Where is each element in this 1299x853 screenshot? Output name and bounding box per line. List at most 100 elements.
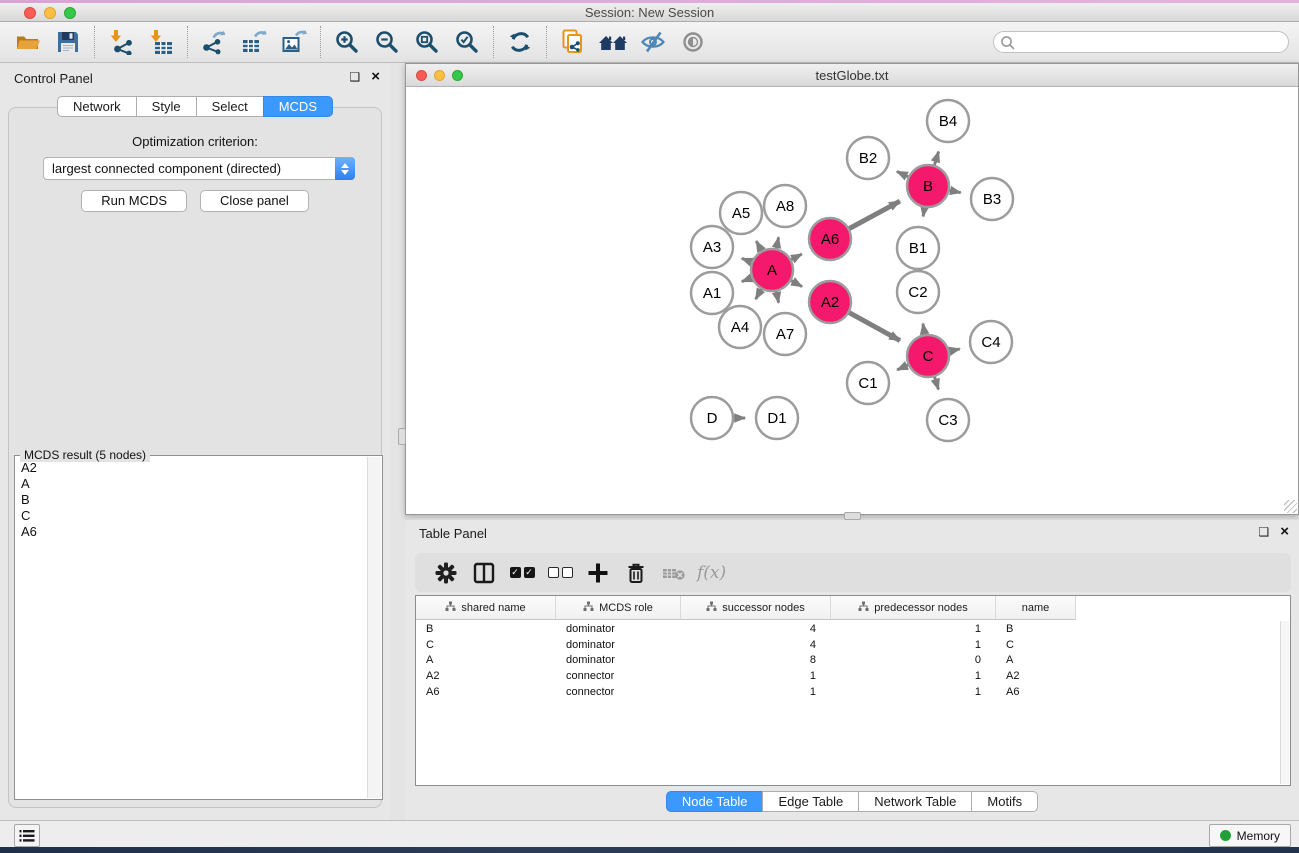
dropdown-stepper-icon[interactable] xyxy=(335,157,355,180)
graph-edge-B-B4[interactable] xyxy=(934,152,938,166)
close-table-panel-icon[interactable]: × xyxy=(1280,526,1289,538)
refresh-icon[interactable] xyxy=(500,24,540,60)
export-network-icon[interactable] xyxy=(194,24,234,60)
zoom-selected-icon[interactable] xyxy=(447,24,487,60)
graph-edge-A-A1[interactable] xyxy=(742,278,753,282)
graph-edge-A6-B[interactable] xyxy=(848,201,899,229)
graph-edge-A-A5[interactable] xyxy=(756,241,762,251)
tab-edge-table[interactable]: Edge Table xyxy=(762,791,859,812)
float-panel-icon[interactable]: ❑ xyxy=(349,70,360,84)
table-cell[interactable]: B xyxy=(996,622,1076,638)
tab-style[interactable]: Style xyxy=(136,96,197,117)
criterion-dropdown[interactable]: largest connected component (directed) xyxy=(43,157,355,180)
window-resize-grip[interactable] xyxy=(1284,500,1297,513)
result-node-item[interactable]: A6 xyxy=(21,524,364,540)
table-cell[interactable]: 1 xyxy=(831,685,996,701)
table-cell[interactable]: connector xyxy=(556,685,681,701)
minimize-window-button[interactable] xyxy=(44,7,56,19)
graph-edge-C-C1[interactable] xyxy=(897,365,909,370)
table-row[interactable]: Cdominator41C xyxy=(416,638,1290,654)
ndex-home-icon[interactable] xyxy=(593,24,633,60)
column-header-name[interactable]: name xyxy=(996,596,1076,620)
close-panel-icon[interactable]: × xyxy=(371,71,380,83)
graph-edge-A-A8[interactable] xyxy=(776,237,778,249)
table-cell[interactable]: 4 xyxy=(681,638,831,654)
export-image-icon[interactable] xyxy=(274,24,314,60)
table-cell[interactable]: 0 xyxy=(831,653,996,669)
graph-edge-B-B2[interactable] xyxy=(897,172,909,178)
table-row[interactable]: A6connector11A6 xyxy=(416,685,1290,701)
close-window-button[interactable] xyxy=(24,7,36,19)
table-cell[interactable]: 1 xyxy=(831,669,996,685)
table-row[interactable]: Bdominator41B xyxy=(416,622,1290,638)
result-scrollbar[interactable] xyxy=(367,457,381,798)
function-builder-icon[interactable]: f(x) xyxy=(697,563,726,583)
table-cell[interactable]: dominator xyxy=(556,638,681,654)
tab-motifs[interactable]: Motifs xyxy=(971,791,1038,812)
table-cell[interactable]: connector xyxy=(556,669,681,685)
table-row[interactable]: Adominator80A xyxy=(416,653,1290,669)
tab-node-table[interactable]: Node Table xyxy=(666,791,764,812)
select-all-checkboxes-icon[interactable]: ✓✓ xyxy=(503,555,541,591)
graph-edge-A-A4[interactable] xyxy=(756,288,762,299)
graph-edge-C-C4[interactable] xyxy=(948,349,959,352)
tab-select[interactable]: Select xyxy=(196,96,264,117)
hide-eye-icon[interactable] xyxy=(633,24,673,60)
table-options-gear-icon[interactable] xyxy=(427,555,465,591)
table-cell[interactable]: A2 xyxy=(996,669,1076,685)
table-cell[interactable]: A xyxy=(416,653,556,669)
network-canvas[interactable]: AA1A2A3A4A5A6A7A8BB1B2B3B4CC1C2C3C4DD1 xyxy=(406,88,1298,514)
table-cell[interactable]: A6 xyxy=(996,685,1076,701)
table-cell[interactable]: 1 xyxy=(831,622,996,638)
tab-mcds[interactable]: MCDS xyxy=(263,96,333,117)
result-node-item[interactable]: A xyxy=(21,476,364,492)
save-session-icon[interactable] xyxy=(48,24,88,60)
column-header-shared-name[interactable]: shared name xyxy=(416,596,556,620)
float-table-panel-icon[interactable]: ❑ xyxy=(1258,525,1269,539)
tab-network-table[interactable]: Network Table xyxy=(858,791,972,812)
result-node-item[interactable]: C xyxy=(21,508,364,524)
graph-edge-A-A2[interactable] xyxy=(790,280,802,286)
table-cell[interactable]: dominator xyxy=(556,622,681,638)
result-node-item[interactable]: A2 xyxy=(21,460,364,476)
deselect-all-checkboxes-icon[interactable] xyxy=(541,555,579,591)
table-cell[interactable]: 1 xyxy=(831,638,996,654)
run-mcds-button[interactable]: Run MCDS xyxy=(81,190,187,212)
table-cell[interactable]: B xyxy=(416,622,556,638)
zoom-window-button[interactable] xyxy=(64,7,76,19)
tab-network[interactable]: Network xyxy=(57,96,137,117)
table-cell[interactable]: A6 xyxy=(416,685,556,701)
show-column-icon[interactable] xyxy=(465,555,503,591)
table-cell[interactable]: A2 xyxy=(416,669,556,685)
memory-button[interactable]: Memory xyxy=(1209,824,1291,847)
table-cell[interactable]: 1 xyxy=(681,669,831,685)
close-network-window-button[interactable] xyxy=(416,70,427,81)
table-cell[interactable]: 4 xyxy=(681,622,831,638)
result-node-item[interactable]: B xyxy=(21,492,364,508)
graph-edge-A-A7[interactable] xyxy=(776,291,778,303)
table-cell[interactable]: C xyxy=(416,638,556,654)
zoom-out-icon[interactable] xyxy=(367,24,407,60)
open-ndex-icon[interactable] xyxy=(553,24,593,60)
zoom-in-icon[interactable] xyxy=(327,24,367,60)
import-table-icon[interactable] xyxy=(141,24,181,60)
delete-column-icon[interactable] xyxy=(617,555,655,591)
import-network-icon[interactable] xyxy=(101,24,141,60)
table-row[interactable]: A2connector11A2 xyxy=(416,669,1290,685)
add-column-icon[interactable] xyxy=(579,555,617,591)
show-eye-icon[interactable] xyxy=(673,24,713,60)
graph-edge-C-C2[interactable] xyxy=(923,324,925,336)
table-cell[interactable]: 8 xyxy=(681,653,831,669)
graph-edge-A-A6[interactable] xyxy=(791,254,802,260)
table-cell[interactable]: C xyxy=(996,638,1076,654)
zoom-network-window-button[interactable] xyxy=(452,70,463,81)
export-table-icon[interactable] xyxy=(234,24,274,60)
zoom-fit-icon[interactable] xyxy=(407,24,447,60)
table-cell[interactable]: A xyxy=(996,653,1076,669)
table-scrollbar[interactable] xyxy=(1280,621,1289,784)
delete-table-icon[interactable] xyxy=(655,555,693,591)
splitter-handle-bottom[interactable] xyxy=(844,512,861,520)
table-cell[interactable]: dominator xyxy=(556,653,681,669)
graph-edge-C-C3[interactable] xyxy=(934,376,938,389)
task-history-button[interactable] xyxy=(14,824,40,847)
